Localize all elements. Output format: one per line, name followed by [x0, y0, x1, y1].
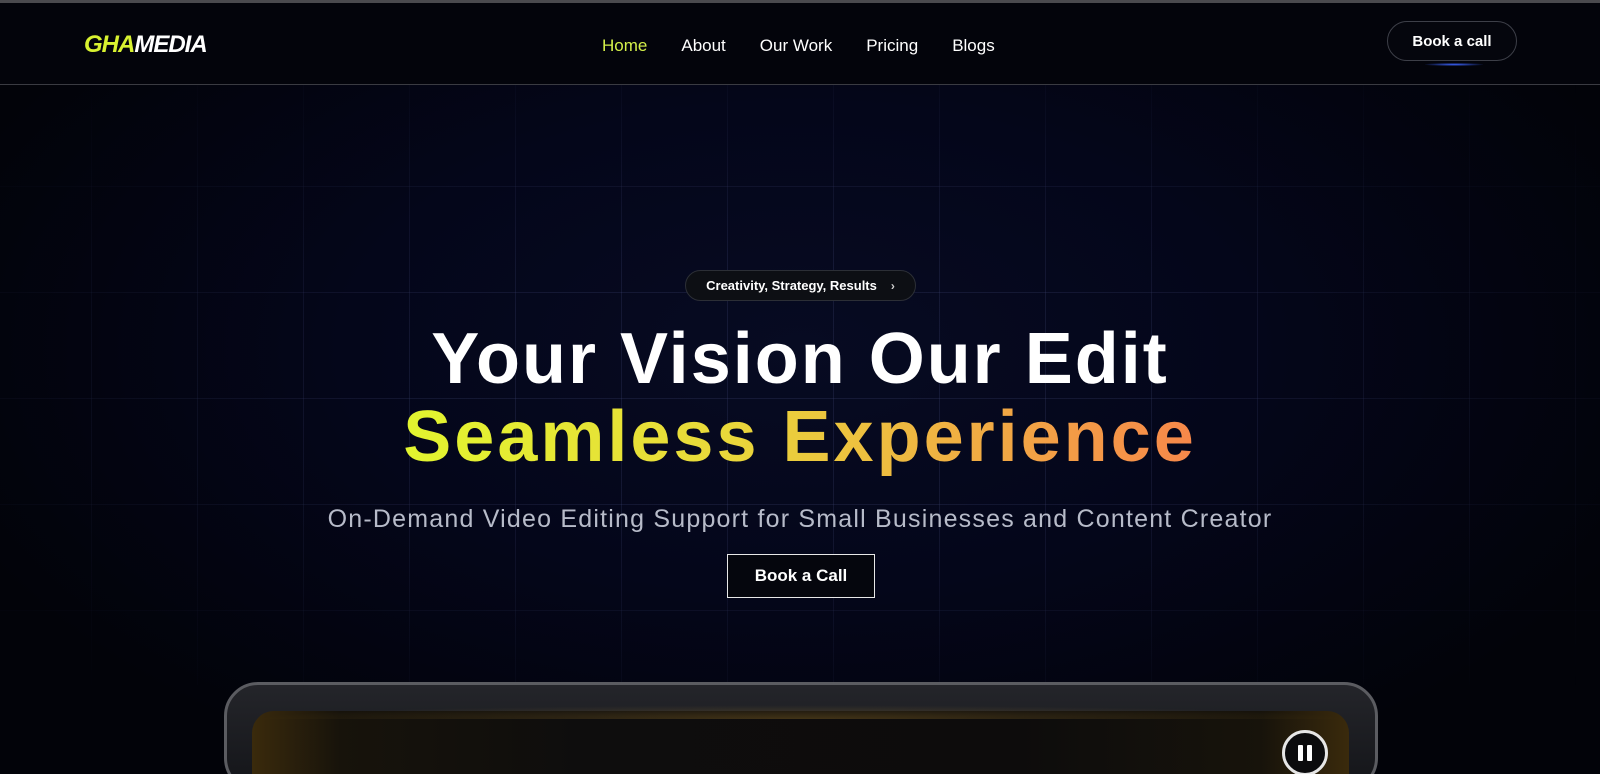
hero-headline: Your Vision Our Edit [431, 319, 1169, 399]
hero-book-call-button[interactable]: Book a Call [727, 554, 875, 598]
nav-item-our-work[interactable]: Our Work [760, 36, 832, 56]
nav-item-about[interactable]: About [681, 36, 725, 56]
video-player[interactable] [252, 711, 1349, 774]
site-header: GHAMEDIA Home About Our Work Pricing Blo… [0, 3, 1600, 85]
logo-text-main: MEDIA [134, 31, 207, 58]
video-glow [252, 705, 1349, 719]
pause-icon[interactable] [1282, 730, 1328, 774]
page: GHAMEDIA Home About Our Work Pricing Blo… [0, 0, 1600, 774]
pause-bar-right [1307, 745, 1312, 761]
hero-headline-gradient: Seamless Experience [0, 396, 1600, 478]
hero-badge[interactable]: Creativity, Strategy, Results › [685, 270, 916, 301]
chevron-right-icon: › [890, 278, 895, 293]
logo-text-accent: GHA [84, 31, 135, 58]
button-glow [1425, 63, 1483, 66]
hero-headline-gradient-text: Seamless Experience [403, 397, 1197, 477]
hero-subtitle: On-Demand Video Editing Support for Smal… [327, 505, 1273, 533]
nav-item-blogs[interactable]: Blogs [952, 36, 995, 56]
main-nav: Home About Our Work Pricing Blogs [602, 36, 995, 56]
brand-logo[interactable]: GHAMEDIA [84, 31, 208, 59]
badge-label: Creativity, Strategy, Results [706, 278, 877, 293]
header-book-call-button[interactable]: Book a call [1387, 21, 1517, 61]
nav-item-pricing[interactable]: Pricing [866, 36, 918, 56]
pause-bar-left [1298, 745, 1303, 761]
nav-item-home[interactable]: Home [602, 36, 647, 56]
